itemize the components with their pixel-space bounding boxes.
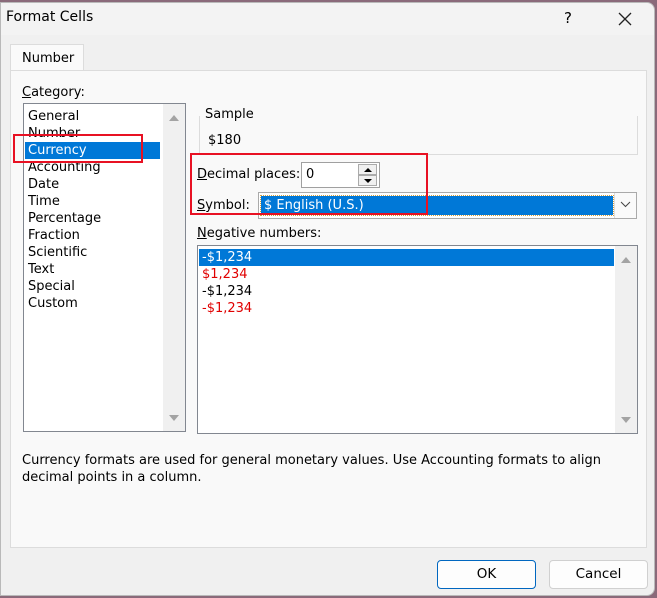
tab-number[interactable]: Number (10, 44, 84, 72)
negative-format-item[interactable]: $1,234 (199, 266, 614, 283)
symbol-label: Symbol: (197, 198, 250, 213)
category-item-special[interactable]: Special (25, 278, 160, 295)
category-scrollbar[interactable] (163, 104, 185, 431)
arrow-up-icon (364, 168, 372, 172)
decrement-button[interactable] (358, 175, 377, 186)
negative-numbers-label: Negative numbers: (197, 226, 322, 241)
cancel-button[interactable]: Cancel (549, 560, 648, 589)
negative-format-item[interactable]: -$1,234 (199, 249, 614, 266)
symbol-dropdown[interactable]: $ English (U.S.) (258, 192, 637, 219)
chevron-down-icon (620, 201, 631, 208)
category-label: Category: (22, 85, 85, 100)
scroll-up-icon[interactable] (169, 115, 179, 121)
negative-format-item[interactable]: -$1,234 (199, 300, 614, 317)
title-bar: Format Cells ? (1, 3, 654, 35)
decimal-places-value[interactable]: 0 (306, 167, 314, 182)
sample-group (199, 116, 638, 155)
sample-value: $180 (208, 133, 242, 148)
category-item-accounting[interactable]: Accounting (25, 159, 160, 176)
close-icon (618, 12, 632, 26)
ok-button[interactable]: OK (437, 560, 536, 589)
dialog-title: Format Cells (6, 9, 94, 25)
negative-format-item[interactable]: -$1,234 (199, 283, 614, 300)
negative-numbers-list[interactable]: -$1,234 $1,234 -$1,234 -$1,234 (197, 245, 638, 434)
decimal-places-label: Decimal places: (197, 167, 301, 182)
arrow-down-icon (364, 179, 372, 183)
negative-numbers-scrollbar[interactable] (615, 246, 637, 433)
category-item-time[interactable]: Time (25, 193, 160, 210)
category-list[interactable]: General Number Currency Accounting Date … (23, 103, 186, 432)
symbol-selected-value[interactable]: $ English (U.S.) (260, 195, 614, 216)
close-button[interactable] (613, 7, 637, 31)
category-item-percentage[interactable]: Percentage (25, 210, 160, 227)
scroll-down-icon[interactable] (621, 417, 631, 423)
scroll-down-icon[interactable] (169, 415, 179, 421)
category-item-number[interactable]: Number (25, 125, 160, 142)
number-tab-panel: Category: General Number Currency Accoun… (10, 70, 647, 548)
help-button[interactable]: ? (557, 7, 579, 29)
scroll-up-icon[interactable] (621, 257, 631, 263)
format-cells-dialog: Format Cells ? Number Category: General … (0, 2, 655, 596)
category-item-date[interactable]: Date (25, 176, 160, 193)
increment-button[interactable] (358, 164, 377, 175)
category-item-text[interactable]: Text (25, 261, 160, 278)
category-label-text: ategory: (31, 85, 85, 100)
symbol-dropdown-button[interactable] (614, 193, 636, 218)
category-item-custom[interactable]: Custom (25, 295, 160, 312)
decimal-places-stepper[interactable]: 0 (301, 162, 380, 188)
category-item-currency[interactable]: Currency (25, 142, 160, 159)
sample-label: Sample (204, 107, 255, 122)
format-description: Currency formats are used for general mo… (22, 453, 602, 485)
category-item-general[interactable]: General (25, 108, 160, 125)
category-item-scientific[interactable]: Scientific (25, 244, 160, 261)
category-item-fraction[interactable]: Fraction (25, 227, 160, 244)
